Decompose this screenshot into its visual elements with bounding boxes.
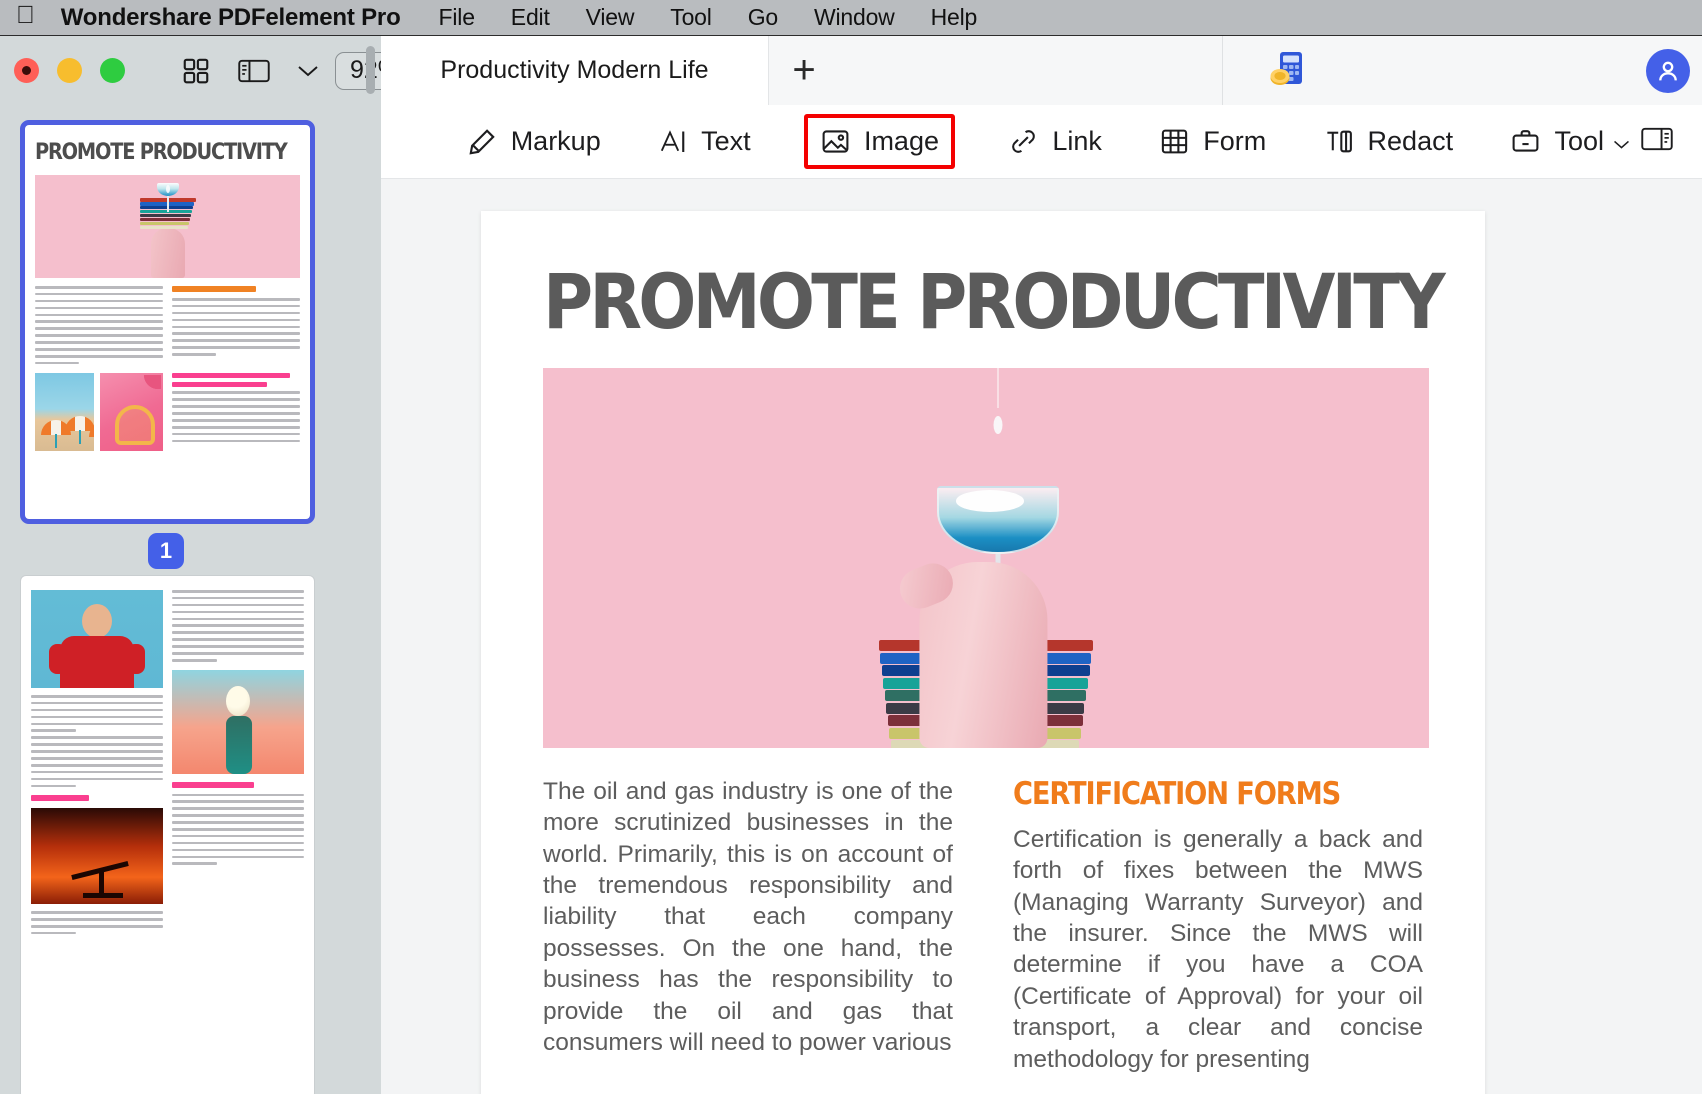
thumbnail-page-2-columns	[21, 576, 314, 953]
tool-image-button[interactable]: Image	[820, 126, 939, 157]
tool-text-label: Text	[701, 126, 751, 156]
document-tab-strip: Productivity Modern Life +	[381, 36, 1702, 105]
right-column-text: Certification is generally a back and fo…	[1013, 826, 1423, 1073]
tool-toolbox-label: Tool	[1554, 126, 1604, 156]
thumbnail-lower-images	[35, 372, 163, 451]
apple-logo-icon[interactable]: 	[16, 3, 35, 28]
tool-redact-label: Redact	[1367, 126, 1454, 156]
calculator-coins-icon[interactable]	[1263, 46, 1309, 95]
thumbnail-page-1-left-column	[35, 286, 163, 369]
pink-chair-artwork	[99, 372, 163, 451]
tool-form-label: Form	[1203, 126, 1267, 156]
left-column-text: The oil and gas industry is one of the m…	[543, 778, 953, 1056]
thumbnail-page-1-right-column	[172, 286, 300, 369]
tab-title-label: Productivity Modern Life	[440, 56, 709, 84]
tool-link-label: Link	[1052, 126, 1102, 156]
thumbnail-page-1-lower	[35, 372, 300, 451]
chevron-down-icon	[1613, 126, 1630, 157]
menu-item-window[interactable]: Window	[814, 4, 895, 31]
tool-redact-button[interactable]: Redact	[1314, 119, 1464, 164]
tool-toolbox-button[interactable]: Tool	[1500, 119, 1640, 164]
pen-markup-icon	[466, 126, 498, 158]
pdf-page-1[interactable]: PROMOTE PRODUCTIVITY The oil and gas ind…	[481, 211, 1485, 1094]
thumbnail-page-1[interactable]: PROMOTE PRODUCTIVITY	[20, 120, 315, 524]
thumbnail-pink-heading-line2	[172, 382, 267, 388]
book-spine	[139, 218, 190, 222]
app-name-label[interactable]: Wondershare PDFelement Pro	[61, 4, 401, 32]
thumbnail-page-2-left-column	[31, 590, 163, 939]
thumbnail-page-2[interactable]	[20, 575, 315, 1094]
document-body-columns: The oil and gas industry is one of the m…	[543, 776, 1423, 1075]
close-window-button[interactable]	[14, 58, 39, 83]
link-chain-icon	[1008, 126, 1039, 157]
menu-item-help[interactable]: Help	[931, 4, 978, 31]
document-viewer[interactable]: PROMOTE PRODUCTIVITY The oil and gas ind…	[381, 179, 1702, 1094]
thumbnail-page-1-lower-left	[35, 372, 163, 451]
left-sidebar-panel-icon[interactable]	[237, 57, 271, 85]
image-picture-icon	[820, 126, 851, 157]
menu-item-view[interactable]: View	[586, 4, 635, 31]
tool-image-highlight-box: Image	[803, 114, 955, 169]
book-spine	[139, 222, 189, 226]
thumbnail-page-2-right-column	[172, 590, 304, 939]
tab-productivity-modern-life[interactable]: Productivity Modern Life	[381, 36, 769, 105]
new-tab-button[interactable]: +	[769, 36, 839, 105]
page-thumbnails-panel[interactable]: PROMOTE PRODUCTIVITY 1	[0, 105, 381, 1094]
minimize-window-button[interactable]	[57, 58, 82, 83]
grid-view-icon[interactable]	[181, 56, 211, 86]
toolbox-icon	[1510, 126, 1541, 157]
book-spine	[139, 226, 188, 230]
edit-tools-toolbar: Markup Text Image Link Form Redact Tool	[381, 105, 1702, 179]
page-title: PROMOTE PRODUCTIVITY	[543, 257, 1446, 346]
certification-forms-heading: CERTIFICATION FORMS	[1013, 776, 1341, 812]
tab-strip-spacer	[839, 36, 1222, 105]
page-number-badge: 1	[148, 533, 184, 569]
menu-item-file[interactable]: File	[439, 4, 475, 31]
glass-stem-artwork	[166, 195, 169, 212]
thumbnail-reports-heading	[31, 795, 90, 802]
tool-markup-button[interactable]: Markup	[456, 119, 611, 165]
thumbnail-pink-heading-line1	[172, 372, 290, 379]
thumbnail-delegation-memos-heading	[172, 781, 254, 788]
hero-image-cocktail-books[interactable]	[543, 368, 1429, 748]
liquid-drop-artwork	[165, 185, 170, 193]
tool-link-button[interactable]: Link	[998, 119, 1112, 164]
tab-strip-right-actions	[1222, 36, 1702, 105]
thumbnail-page-1-columns	[35, 286, 300, 369]
thumbnail-page-1-title: PROMOTE PRODUCTIVITY	[35, 139, 288, 165]
redact-icon	[1324, 126, 1355, 157]
menu-item-go[interactable]: Go	[748, 4, 778, 31]
form-grid-icon	[1159, 126, 1190, 157]
maximize-window-button[interactable]	[100, 58, 125, 83]
hand-artwork	[919, 562, 1048, 748]
user-avatar-icon[interactable]	[1646, 48, 1690, 93]
text-cursor-icon	[658, 127, 688, 157]
right-sidebar-panel-icon[interactable]	[1640, 125, 1674, 158]
menu-item-tool[interactable]: Tool	[670, 4, 712, 31]
tool-form-button[interactable]: Form	[1149, 119, 1276, 164]
beach-umbrellas-artwork	[35, 372, 94, 451]
tool-text-button[interactable]: Text	[648, 119, 761, 164]
document-right-column: CERTIFICATION FORMS Certification is gen…	[1013, 776, 1423, 1075]
document-left-column: The oil and gas industry is one of the m…	[543, 776, 953, 1075]
tool-image-label: Image	[863, 126, 939, 156]
thumbnail-page-1-lower-right	[172, 372, 300, 451]
lightbulb-hand-artwork	[172, 669, 304, 774]
chevron-down-icon[interactable]	[297, 64, 319, 78]
cheering-man-artwork	[31, 590, 163, 688]
window-traffic-lights	[0, 58, 125, 83]
thumbnail-panel-scrollbar[interactable]	[366, 46, 375, 94]
thumbnail-orange-heading	[172, 286, 257, 292]
macos-menu-bar:  Wondershare PDFelement Pro File Edit V…	[0, 0, 1702, 36]
hand-artwork	[150, 228, 185, 278]
tool-markup-label: Markup	[510, 126, 601, 156]
menu-item-edit[interactable]: Edit	[511, 4, 550, 31]
oil-pump-sunset-artwork	[31, 808, 163, 905]
book-spine	[139, 214, 192, 218]
thumbnail-page-1-hero-image	[35, 175, 300, 278]
